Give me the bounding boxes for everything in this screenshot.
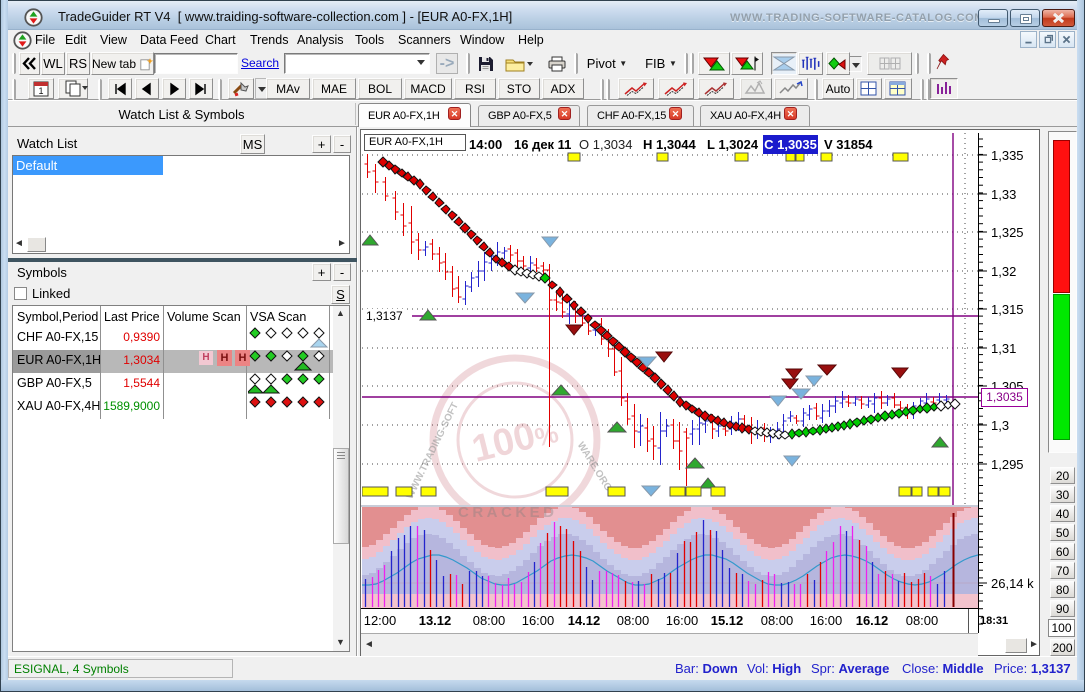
svg-text:1,3: 1,3 xyxy=(991,418,1009,433)
svg-text:1,295: 1,295 xyxy=(991,457,1024,472)
svg-text:1: 1 xyxy=(38,86,43,96)
svg-text:WWW.TRADING-SOFT: WWW.TRADING-SOFT xyxy=(405,401,461,501)
svg-text:1,315: 1,315 xyxy=(991,302,1024,317)
svg-text:100%: 100% xyxy=(468,409,562,471)
svg-text:26,14 k: 26,14 k xyxy=(991,576,1034,591)
svg-text:1,31: 1,31 xyxy=(991,341,1016,356)
svg-text:1,33: 1,33 xyxy=(991,187,1016,202)
svg-text:1,325: 1,325 xyxy=(991,225,1024,240)
svg-text:1,335: 1,335 xyxy=(991,148,1024,163)
svg-text:1,32: 1,32 xyxy=(991,264,1016,279)
